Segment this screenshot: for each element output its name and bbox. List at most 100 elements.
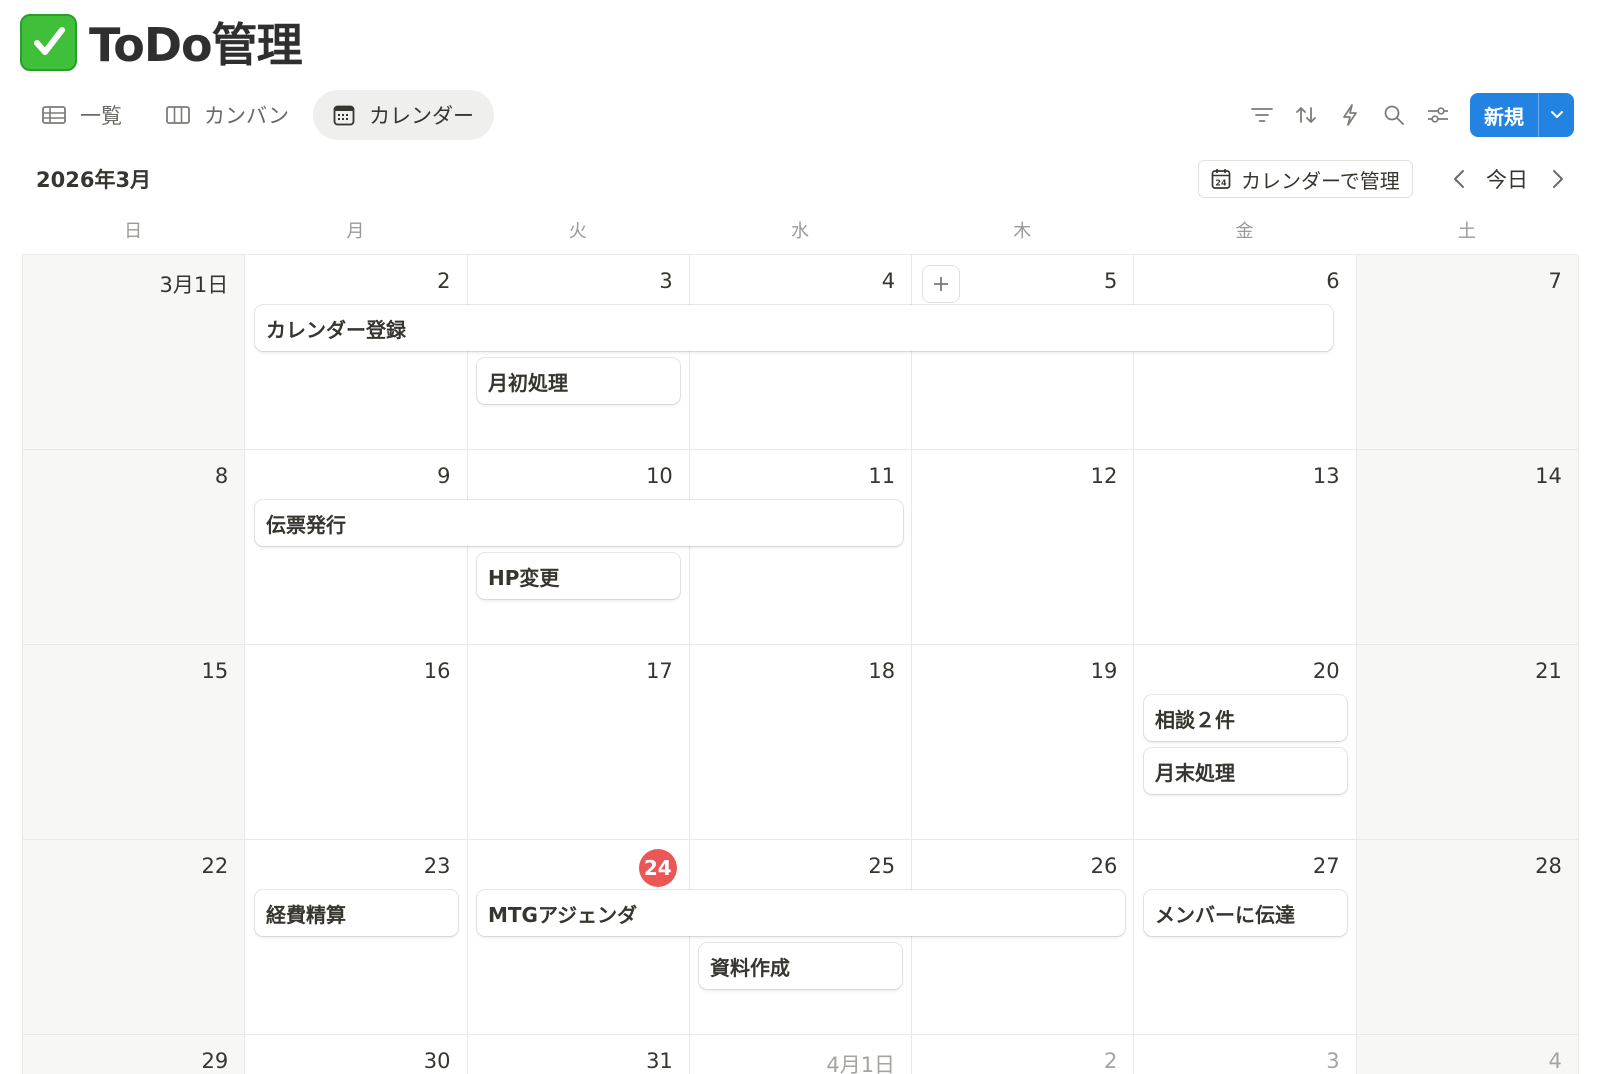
tab-label: 一覧 (80, 104, 122, 128)
calendar-day[interactable]: 23 (245, 840, 468, 1035)
calendar-day[interactable]: 13 (1134, 450, 1357, 645)
calendar-day[interactable]: 9 (245, 450, 468, 645)
calendar-day[interactable]: 4 (1356, 1035, 1579, 1074)
tab-list[interactable]: 一覧 (22, 90, 142, 140)
check-mark-button-icon (20, 13, 77, 71)
calendar-day[interactable]: 3 (1134, 1035, 1357, 1074)
day-number: 19 (1090, 659, 1118, 683)
calendar-day[interactable]: 18 (689, 645, 913, 840)
calendar-icon (333, 104, 355, 126)
view-tabs: 一覧 カンバン カレンダー (22, 90, 498, 140)
month-label: 2026年3月 (36, 168, 152, 192)
filter-icon[interactable] (1240, 93, 1284, 137)
calendar-event[interactable]: 月初処理 (477, 358, 680, 404)
calendar-date-icon: 24 (1211, 168, 1231, 190)
calendar-day[interactable]: 25 (689, 840, 913, 1035)
calendar-event[interactable]: メンバーに伝達 (1144, 890, 1347, 936)
settings-icon[interactable] (1416, 93, 1460, 137)
weekday-label: 日 (124, 221, 143, 242)
day-number: 3 (1326, 1049, 1340, 1073)
day-number: 18 (868, 659, 896, 683)
calendar-event[interactable]: 月末処理 (1144, 748, 1347, 794)
calendar-day[interactable]: 24 (467, 840, 690, 1035)
calendar-day[interactable]: 15 (23, 645, 246, 840)
day-number: 2 (437, 269, 451, 293)
calendar-day[interactable]: 3月1日 (23, 255, 246, 450)
calendar-day[interactable]: 5 (912, 255, 1135, 450)
day-number: 12 (1090, 464, 1118, 488)
calendar-day[interactable]: 8 (23, 450, 246, 645)
chevron-down-icon[interactable] (1538, 93, 1574, 137)
calendar-day[interactable]: 31 (467, 1035, 690, 1074)
calendar-day[interactable]: 12 (912, 450, 1135, 645)
weekday-label: 金 (1235, 221, 1254, 242)
toolbar: 新規 (1240, 93, 1574, 137)
sort-icon[interactable] (1284, 93, 1328, 137)
add-event-button[interactable] (922, 265, 961, 303)
day-number: 28 (1535, 854, 1562, 878)
calendar-event[interactable]: 相談２件 (1144, 695, 1347, 741)
plus-icon (934, 277, 949, 291)
automation-icon[interactable] (1328, 93, 1372, 137)
tab-calendar[interactable]: カレンダー (313, 90, 495, 140)
chevron-right-icon[interactable] (1543, 164, 1573, 194)
calendar-day[interactable]: 19 (912, 645, 1135, 840)
calendar-week: 3月1日 2 3 4 5 6 7 カレンダー登録 月初処理 (23, 255, 1579, 450)
calendar-day[interactable]: 6 (1134, 255, 1357, 450)
svg-text:24: 24 (1215, 179, 1227, 188)
page-title[interactable]: ToDo管理 (89, 9, 303, 75)
weekday-label: 水 (790, 221, 809, 242)
calendar-event[interactable]: HP変更 (477, 553, 680, 599)
calendar-day[interactable]: 22 (23, 840, 246, 1035)
calendar-event[interactable]: 資料作成 (699, 943, 902, 989)
calendar-event[interactable]: 経費精算 (255, 890, 458, 936)
calendar-day[interactable]: 28 (1356, 840, 1579, 1035)
calendar-day[interactable]: 11 (689, 450, 913, 645)
day-number: 4 (881, 269, 896, 293)
calendar-day[interactable]: 29 (23, 1035, 246, 1074)
chevron-left-icon[interactable] (1444, 164, 1474, 194)
day-number: 3 (659, 269, 673, 293)
today-date-badge: 24 (638, 849, 677, 887)
calendar-day[interactable]: 4月1日 (689, 1035, 913, 1074)
calendar-day[interactable]: 14 (1356, 450, 1579, 645)
weekday-header: 日 月 火 水 木 金 土 (22, 214, 1578, 250)
calendar-manage-button[interactable]: 24 カレンダーで管理 (1198, 160, 1413, 198)
calendar-day[interactable]: 2 (245, 255, 468, 450)
calendar-event[interactable]: 伝票発行 (255, 500, 903, 546)
calendar-day[interactable]: 26 (912, 840, 1135, 1035)
calendar-day[interactable]: 3 (467, 255, 690, 450)
day-number: 2 (1103, 1049, 1118, 1073)
calendar-day[interactable]: 7 (1356, 255, 1579, 450)
new-button-group: 新規 (1470, 93, 1574, 137)
day-number: 4月1日 (826, 1053, 896, 1074)
calendar-week: 8 9 10 11 12 13 14 伝票発行 HP変更 (23, 450, 1579, 645)
day-number: 7 (1548, 269, 1562, 293)
calendar-day[interactable]: 27 (1134, 840, 1357, 1035)
new-button[interactable]: 新規 (1470, 93, 1538, 137)
search-icon[interactable] (1372, 93, 1416, 137)
tab-label: カレンダー (369, 104, 475, 128)
day-number: 16 (423, 659, 451, 683)
calendar-day[interactable]: 2 (912, 1035, 1135, 1074)
calendar-day[interactable]: 17 (467, 645, 690, 840)
weekday-label: 火 (568, 221, 587, 242)
page-header: ToDo管理 (20, 9, 303, 75)
calendar-event[interactable]: MTGアジェンダ (477, 890, 1125, 936)
day-number: 3月1日 (159, 273, 229, 297)
calendar-day[interactable]: 21 (1356, 645, 1579, 840)
calendar-day[interactable]: 10 (467, 450, 690, 645)
calendar-event[interactable]: カレンダー登録 (255, 305, 1333, 351)
calendar-day[interactable]: 16 (245, 645, 468, 840)
day-number: 15 (201, 659, 229, 683)
day-number: 17 (646, 659, 673, 683)
calendar-day[interactable]: 4 (689, 255, 913, 450)
calendar-week: 15 16 17 18 19 20 21 相談２件 月末処理 (23, 645, 1579, 840)
tab-label: カンバン (204, 104, 290, 128)
tab-kanban[interactable]: カンバン (146, 90, 309, 140)
day-number: 23 (423, 854, 451, 878)
calendar-manage-label: カレンダーで管理 (1241, 168, 1400, 193)
today-button[interactable]: 今日 (1486, 164, 1528, 194)
calendar-day[interactable]: 20 (1134, 645, 1357, 840)
calendar-day[interactable]: 30 (245, 1035, 468, 1074)
